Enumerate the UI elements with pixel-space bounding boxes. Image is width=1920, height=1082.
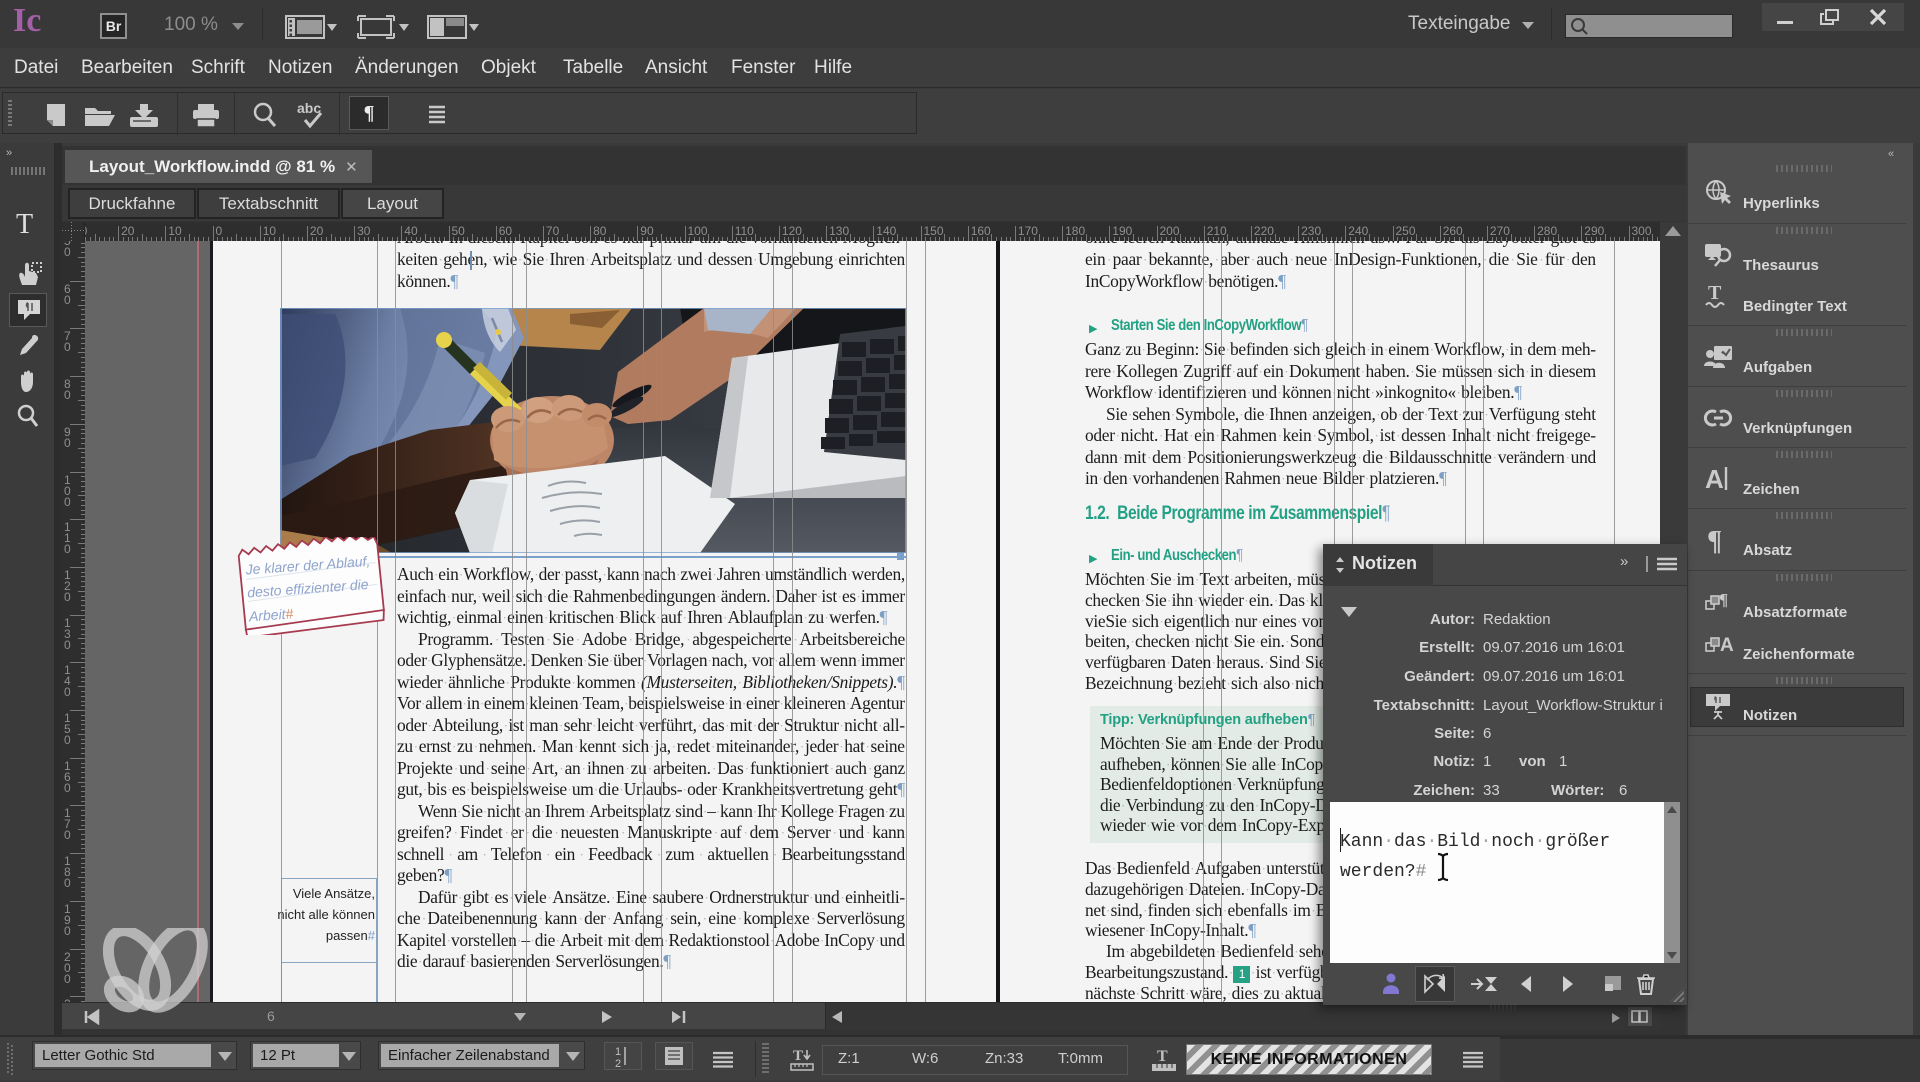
svg-text:¶: ¶ <box>1719 590 1728 609</box>
svg-text:T: T <box>793 1048 803 1064</box>
svg-text:abc: abc <box>297 100 321 116</box>
svg-text:¶: ¶ <box>1707 526 1722 555</box>
svg-text:1: 1 <box>615 1046 621 1058</box>
svg-text:A: A <box>1705 464 1724 494</box>
svg-text:T: T <box>1708 282 1722 304</box>
svg-text:T: T <box>1157 1048 1168 1065</box>
svg-text:A: A <box>1720 635 1734 656</box>
svg-text:Arbeit#: Arbeit# <box>247 605 294 624</box>
svg-text:2: 2 <box>615 1058 621 1069</box>
